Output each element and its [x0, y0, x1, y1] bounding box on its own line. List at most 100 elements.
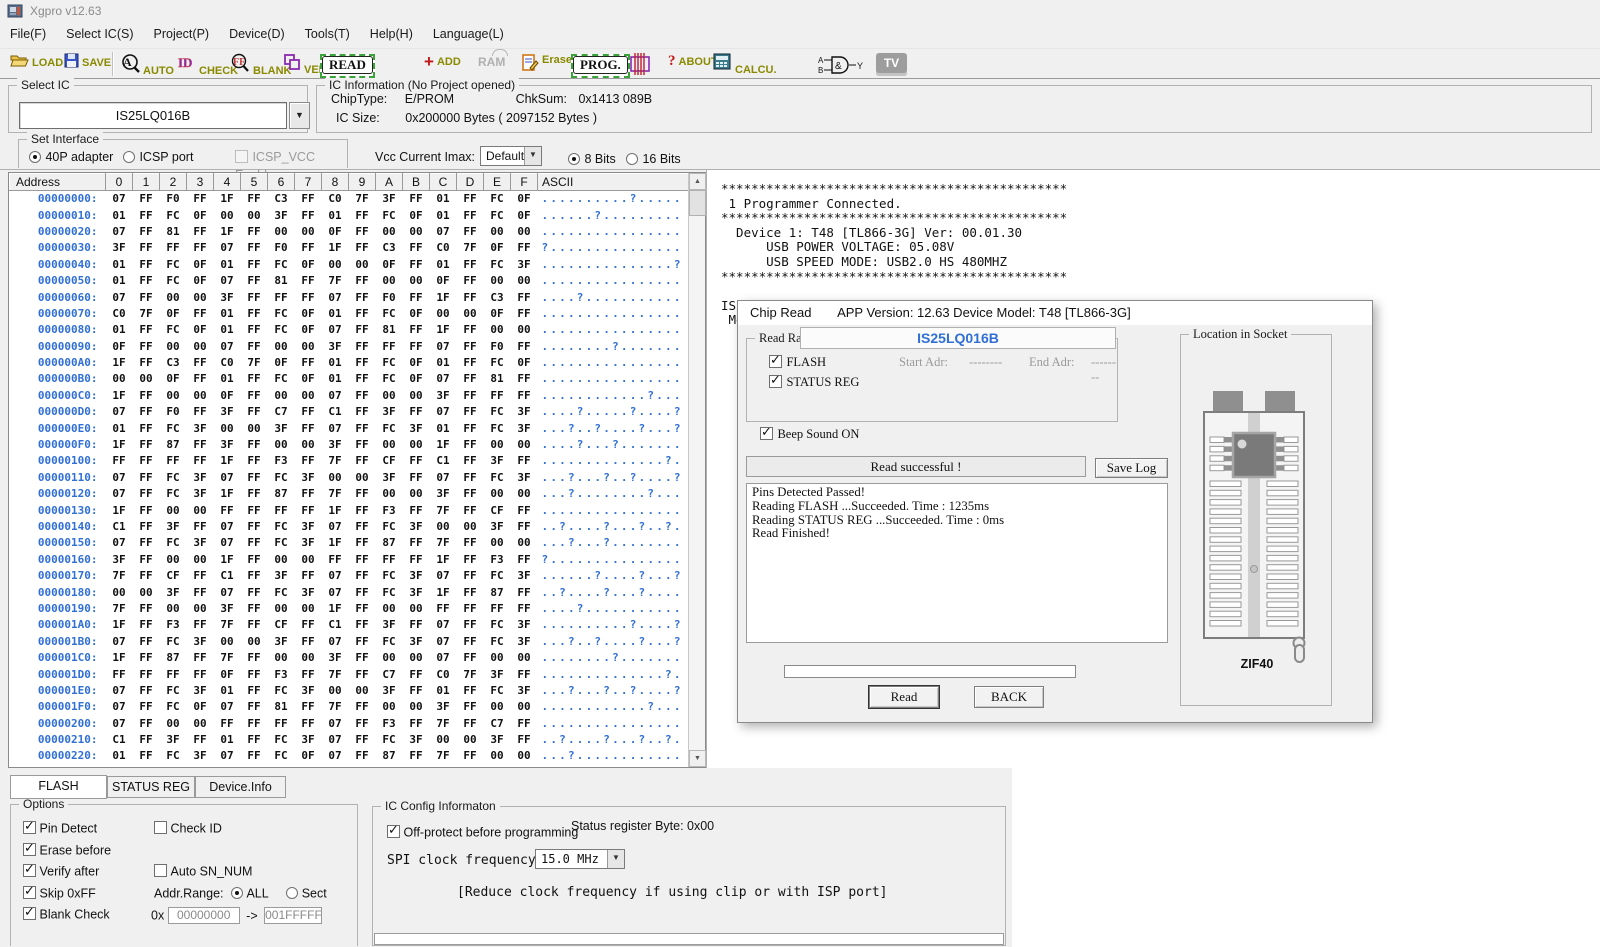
- hex-byte[interactable]: FF: [133, 289, 160, 305]
- hex-byte[interactable]: 00: [241, 207, 268, 223]
- hex-byte[interactable]: 3F: [403, 633, 430, 649]
- hex-byte[interactable]: 7F: [322, 453, 349, 469]
- hex-byte[interactable]: 00: [295, 387, 322, 403]
- hex-byte[interactable]: 07: [322, 584, 349, 600]
- hex-byte[interactable]: 00: [160, 715, 187, 731]
- hex-byte[interactable]: 00: [295, 649, 322, 665]
- hex-address[interactable]: 000001E0:: [10, 682, 106, 698]
- hex-byte[interactable]: FF: [403, 715, 430, 731]
- hex-byte[interactable]: FC: [484, 633, 511, 649]
- hex-byte[interactable]: FF: [349, 207, 376, 223]
- hex-byte[interactable]: FF: [349, 649, 376, 665]
- hex-byte[interactable]: 3F: [430, 699, 457, 715]
- hex-byte[interactable]: 00: [160, 289, 187, 305]
- hex-byte[interactable]: 01: [430, 354, 457, 370]
- hex-byte[interactable]: FF: [133, 600, 160, 616]
- hex-byte[interactable]: FF: [295, 207, 322, 223]
- hex-byte[interactable]: 00: [214, 633, 241, 649]
- hex-address[interactable]: 000000E0:: [10, 420, 106, 436]
- hex-byte[interactable]: FF: [430, 600, 457, 616]
- read-button[interactable]: READ: [320, 54, 375, 78]
- hex-byte[interactable]: 0F: [511, 191, 538, 207]
- beep-sound-checkbox[interactable]: Beep Sound ON: [760, 425, 859, 443]
- hex-byte[interactable]: 07: [106, 682, 133, 698]
- hex-byte[interactable]: 00: [295, 600, 322, 616]
- hex-byte[interactable]: 00: [349, 682, 376, 698]
- hex-byte[interactable]: FF: [241, 486, 268, 502]
- hex-byte[interactable]: FF: [160, 240, 187, 256]
- hex-byte[interactable]: 00: [376, 699, 403, 715]
- hex-byte[interactable]: 00: [403, 436, 430, 452]
- hex-byte[interactable]: FF: [403, 240, 430, 256]
- hex-byte[interactable]: 3F: [214, 600, 241, 616]
- hex-byte[interactable]: 00: [457, 518, 484, 534]
- hex-byte[interactable]: FF: [133, 469, 160, 485]
- hex-byte[interactable]: 00: [106, 371, 133, 387]
- hex-byte[interactable]: FF: [457, 649, 484, 665]
- dialog-title-bar[interactable]: Chip Read APP Version: 12.63 Device Mode…: [738, 301, 1372, 325]
- hex-byte[interactable]: 1F: [214, 551, 241, 567]
- hex-byte[interactable]: FF: [457, 633, 484, 649]
- hex-byte[interactable]: 00: [511, 748, 538, 764]
- hex-byte[interactable]: FF: [241, 305, 268, 321]
- hex-byte[interactable]: 3F: [511, 617, 538, 633]
- hex-byte[interactable]: 07: [106, 715, 133, 731]
- scroll-down-icon[interactable]: ▼: [689, 750, 706, 767]
- hex-byte[interactable]: FF: [295, 354, 322, 370]
- hex-byte[interactable]: 0F: [187, 272, 214, 288]
- hex-byte[interactable]: 00: [160, 600, 187, 616]
- logic-test-button[interactable]: AB&Y: [818, 55, 869, 79]
- hex-byte[interactable]: 87: [376, 535, 403, 551]
- hex-byte[interactable]: FF: [349, 617, 376, 633]
- hex-byte[interactable]: FF: [403, 453, 430, 469]
- hex-byte[interactable]: FF: [133, 551, 160, 567]
- hex-byte[interactable]: 00: [484, 535, 511, 551]
- hex-byte[interactable]: FF: [457, 404, 484, 420]
- hex-byte[interactable]: FF: [457, 322, 484, 338]
- hex-byte[interactable]: 3F: [160, 584, 187, 600]
- hex-byte[interactable]: FF: [133, 272, 160, 288]
- hex-byte[interactable]: 7F: [430, 535, 457, 551]
- hex-byte[interactable]: FF: [295, 240, 322, 256]
- blank-check-checkbox[interactable]: Blank Check: [23, 907, 110, 922]
- hex-byte[interactable]: FF: [241, 699, 268, 715]
- hex-byte[interactable]: 00: [376, 223, 403, 239]
- dialog-read-button[interactable]: Read: [869, 686, 939, 708]
- hex-byte[interactable]: 1F: [322, 502, 349, 518]
- hex-byte[interactable]: FF: [133, 666, 160, 682]
- hex-byte[interactable]: FC: [160, 420, 187, 436]
- hex-byte[interactable]: FC: [160, 272, 187, 288]
- hex-byte[interactable]: 07: [106, 535, 133, 551]
- hex-byte[interactable]: FF: [349, 354, 376, 370]
- hex-col-header-address[interactable]: Address: [10, 174, 106, 191]
- hex-byte[interactable]: FF: [187, 305, 214, 321]
- hex-byte[interactable]: 0F: [376, 256, 403, 272]
- hex-byte[interactable]: 1F: [106, 649, 133, 665]
- hex-byte[interactable]: 0F: [403, 371, 430, 387]
- hex-byte[interactable]: 07: [214, 338, 241, 354]
- hex-address[interactable]: 00000130:: [10, 502, 106, 518]
- hex-byte[interactable]: C3: [160, 354, 187, 370]
- hex-byte[interactable]: 3F: [214, 404, 241, 420]
- hex-byte[interactable]: FF: [295, 699, 322, 715]
- hex-byte[interactable]: FC: [268, 256, 295, 272]
- hex-byte[interactable]: 3F: [403, 584, 430, 600]
- hex-byte[interactable]: 0F: [187, 207, 214, 223]
- hex-byte[interactable]: 0F: [430, 272, 457, 288]
- hex-address[interactable]: 00000220:: [10, 748, 106, 764]
- hex-byte[interactable]: FC: [268, 518, 295, 534]
- hex-byte[interactable]: 3F: [160, 518, 187, 534]
- hex-byte[interactable]: FF: [241, 191, 268, 207]
- hex-byte[interactable]: 1F: [430, 436, 457, 452]
- hex-address[interactable]: 000001B0:: [10, 633, 106, 649]
- hex-byte[interactable]: 01: [106, 322, 133, 338]
- hex-byte[interactable]: FF: [295, 486, 322, 502]
- hex-byte[interactable]: 00: [268, 338, 295, 354]
- hex-byte[interactable]: FF: [268, 715, 295, 731]
- hex-byte[interactable]: 07: [214, 518, 241, 534]
- hex-ascii[interactable]: ...?...?........: [538, 535, 696, 551]
- hex-byte[interactable]: 3F: [106, 551, 133, 567]
- hex-byte[interactable]: F3: [484, 551, 511, 567]
- hex-byte[interactable]: FC: [484, 682, 511, 698]
- hex-byte[interactable]: FF: [241, 240, 268, 256]
